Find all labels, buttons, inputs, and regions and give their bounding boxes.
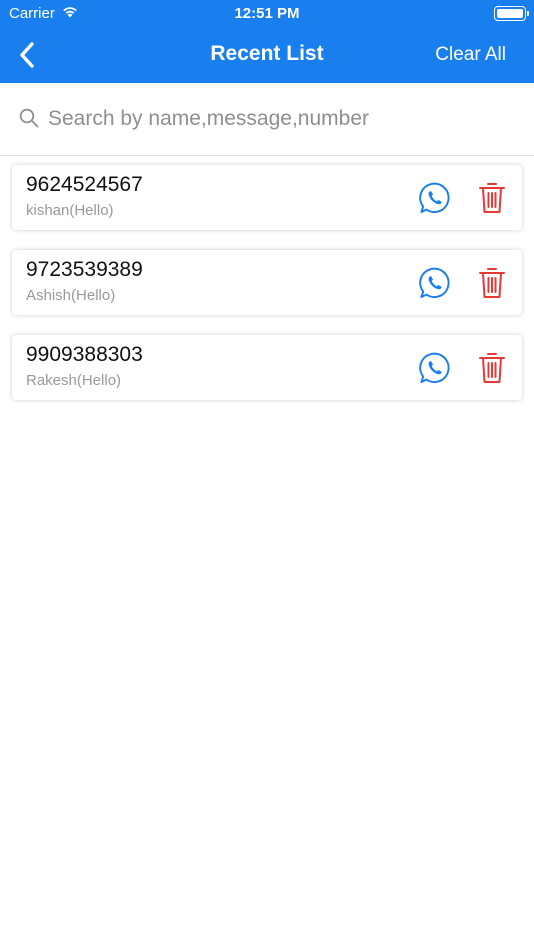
list-item[interactable]: 9624524567 kishan(Hello) [12,165,522,230]
delete-button[interactable] [478,266,506,300]
trash-icon [479,353,505,383]
recent-list: 9624524567 kishan(Hello) 9723539389 Ashi… [12,165,522,420]
delete-button[interactable] [478,351,506,385]
whatsapp-button[interactable] [418,266,452,300]
item-number: 9909388303 [26,343,143,366]
clear-all-button[interactable]: Clear All [435,44,506,66]
nav-bar: Recent List Clear All [0,30,534,80]
item-message: Ashish(Hello) [26,287,116,304]
battery-icon [494,6,529,21]
whatsapp-icon [419,267,450,299]
trash-icon [479,268,505,298]
item-number: 9624524567 [26,173,143,196]
search-bar [0,83,534,156]
item-number: 9723539389 [26,258,143,281]
delete-button[interactable] [478,181,506,215]
item-message: Rakesh(Hello) [26,372,122,389]
search-icon [19,108,39,133]
search-input[interactable] [48,101,518,137]
status-bar: Carrier 12:51 PM [0,0,534,28]
list-item[interactable]: 9909388303 Rakesh(Hello) [12,335,522,400]
whatsapp-icon [419,352,450,384]
item-message: kishan(Hello) [26,202,114,219]
status-time: 12:51 PM [234,5,300,22]
whatsapp-button[interactable] [418,351,452,385]
list-item[interactable]: 9723539389 Ashish(Hello) [12,250,522,315]
whatsapp-icon [419,182,450,214]
header: Carrier 12:51 PM Recent List Clear All [0,0,534,83]
whatsapp-button[interactable] [418,181,452,215]
trash-icon [479,183,505,213]
